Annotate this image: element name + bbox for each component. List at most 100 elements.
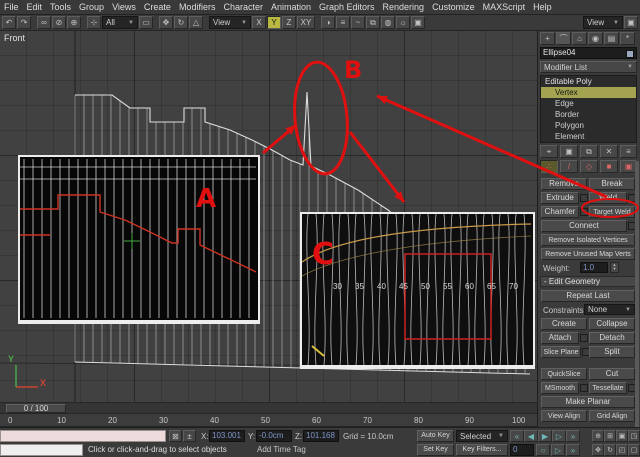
- remove-button[interactable]: Remove: [541, 178, 587, 190]
- chamfer-button[interactable]: Chamfer: [541, 206, 579, 218]
- weight-field[interactable]: 1.0: [580, 262, 608, 273]
- tab-motion-icon[interactable]: ◉: [588, 32, 603, 45]
- menu-item-rendering[interactable]: Rendering: [379, 2, 429, 12]
- next-key-icon[interactable]: ▷: [551, 444, 565, 456]
- grid-align-button[interactable]: Grid Align: [589, 410, 635, 422]
- menu-item-views[interactable]: Views: [108, 2, 140, 12]
- menu-item-tools[interactable]: Tools: [46, 2, 75, 12]
- weld-button[interactable]: Weld: [589, 192, 627, 204]
- tab-utilities-icon[interactable]: *: [620, 32, 635, 45]
- end-key-icon[interactable]: »: [566, 444, 580, 456]
- stack-item-polygon[interactable]: Polygon: [541, 120, 636, 131]
- add-time-tag-button[interactable]: Add Time Tag: [257, 445, 306, 454]
- edit-geometry-rollout-header[interactable]: - Edit Geometry: [540, 276, 637, 287]
- menu-item-help[interactable]: Help: [529, 2, 556, 12]
- z-coordinate-field[interactable]: 101.168: [303, 430, 339, 442]
- render-icon[interactable]: ▣: [411, 16, 425, 29]
- menu-item-modifiers[interactable]: Modifiers: [175, 2, 220, 12]
- modifier-list-dropdown[interactable]: Modifier List ▼: [540, 61, 637, 73]
- link-icon[interactable]: ∞: [37, 16, 51, 29]
- render-view-dropdown[interactable]: View ▼: [583, 16, 623, 29]
- chamfer-settings-icon[interactable]: [580, 208, 588, 216]
- object-color-swatch[interactable]: [626, 50, 634, 58]
- menu-item-edit[interactable]: Edit: [23, 2, 47, 12]
- quickslice-button[interactable]: QuickSlice: [541, 368, 587, 380]
- msmooth-settings-icon[interactable]: [580, 384, 588, 392]
- key-selection-dropdown[interactable]: Selected ▼: [456, 430, 508, 442]
- go-to-end-icon[interactable]: »: [566, 430, 580, 442]
- move-icon[interactable]: ✥: [159, 16, 173, 29]
- scale-icon[interactable]: △: [189, 16, 203, 29]
- make-planar-button[interactable]: Make Planar: [541, 396, 635, 408]
- current-frame-field[interactable]: 0: [510, 444, 534, 456]
- zoom-all-icon[interactable]: ⊞: [604, 430, 616, 442]
- key-filters-button[interactable]: Key Filters...: [456, 444, 508, 456]
- menu-item-graph-editors[interactable]: Graph Editors: [315, 2, 379, 12]
- pan-icon[interactable]: ✥: [592, 444, 604, 456]
- remove-unused-map-verts-button[interactable]: Remove Unused Map Verts: [541, 248, 635, 260]
- remove-modifier-icon[interactable]: ✕: [600, 145, 618, 158]
- stack-item-editable-poly[interactable]: Editable Poly: [541, 76, 636, 87]
- menu-item-group[interactable]: Group: [75, 2, 108, 12]
- unlink-icon[interactable]: ⊘: [52, 16, 66, 29]
- axis-y-button[interactable]: Y: [267, 16, 281, 29]
- subobject-polygon-icon[interactable]: ■: [600, 160, 618, 173]
- stack-item-edge[interactable]: Edge: [541, 98, 636, 109]
- mirror-icon[interactable]: ◑: [321, 16, 335, 29]
- time-slider-track[interactable]: 0 / 100: [0, 402, 537, 414]
- pin-stack-icon[interactable]: ⌖: [540, 145, 558, 158]
- quick-render-icon[interactable]: ▣: [624, 16, 638, 29]
- tab-create-icon[interactable]: +: [540, 32, 555, 45]
- viewport-label[interactable]: Front: [4, 33, 25, 43]
- tessellate-button[interactable]: Tessellate: [589, 382, 627, 394]
- view-align-button[interactable]: View Align: [541, 410, 587, 422]
- weight-spinner[interactable]: ▲ ▼: [610, 262, 619, 273]
- axis-z-button[interactable]: Z: [282, 16, 296, 29]
- key-mode-toggle-icon[interactable]: ○: [536, 444, 550, 456]
- tab-hierarchy-icon[interactable]: ⌂: [572, 32, 587, 45]
- select-object-icon[interactable]: ⊹: [87, 16, 101, 29]
- x-coordinate-field[interactable]: 103.001: [209, 430, 245, 442]
- subobject-edge-icon[interactable]: /: [560, 160, 578, 173]
- repeat-last-button[interactable]: Repeat Last: [541, 290, 635, 302]
- menu-item-character[interactable]: Character: [219, 2, 267, 12]
- subobject-vertex-icon[interactable]: ∴: [540, 160, 558, 173]
- reference-coordinate-dropdown[interactable]: View ▼: [209, 16, 251, 29]
- redo-icon[interactable]: ↷: [17, 16, 31, 29]
- remove-isolated-vertices-button[interactable]: Remove Isolated Vertices: [541, 234, 635, 246]
- zoom-extents-icon[interactable]: ▣: [616, 430, 628, 442]
- zoom-icon[interactable]: ⊕: [592, 430, 604, 442]
- spinner-down-icon[interactable]: ▼: [611, 267, 618, 271]
- stack-item-element[interactable]: Element: [541, 131, 636, 142]
- collapse-button[interactable]: Collapse: [589, 318, 635, 330]
- create-button[interactable]: Create: [541, 318, 587, 330]
- go-to-start-icon[interactable]: «: [510, 430, 524, 442]
- make-unique-icon[interactable]: ⧉: [580, 145, 598, 158]
- absolute-offset-toggle-icon[interactable]: ±: [183, 430, 196, 442]
- menu-item-create[interactable]: Create: [140, 2, 175, 12]
- cut-button[interactable]: Cut: [589, 368, 635, 380]
- previous-frame-icon[interactable]: ◀: [524, 430, 538, 442]
- zoom-region-icon[interactable]: ◳: [628, 430, 640, 442]
- field-of-view-icon[interactable]: ◰: [616, 444, 628, 456]
- selection-filter-dropdown[interactable]: All ▼: [102, 16, 138, 29]
- axis-x-button[interactable]: X: [252, 16, 266, 29]
- play-icon[interactable]: ▶: [538, 430, 552, 442]
- show-end-result-icon[interactable]: ▣: [560, 145, 578, 158]
- maxscript-listener-line[interactable]: [0, 444, 83, 456]
- schematic-view-icon[interactable]: ⧉: [366, 16, 380, 29]
- timeline-ruler[interactable]: 0 10 20 30 40 50 60 70 80 90 100: [0, 414, 537, 427]
- split-button[interactable]: Split: [589, 346, 635, 358]
- rotate-icon[interactable]: ↻: [174, 16, 188, 29]
- orbit-icon[interactable]: ↻: [604, 444, 616, 456]
- break-button[interactable]: Break: [589, 178, 635, 190]
- menu-item-file[interactable]: File: [0, 2, 23, 12]
- material-editor-icon[interactable]: ◍: [381, 16, 395, 29]
- object-name-field[interactable]: Ellipse04: [540, 47, 637, 59]
- menu-item-customize[interactable]: Customize: [428, 2, 479, 12]
- set-key-button[interactable]: Set Key: [417, 444, 454, 456]
- bind-to-spacewarp-icon[interactable]: ⊕: [67, 16, 81, 29]
- curve-editor-icon[interactable]: ~: [351, 16, 365, 29]
- extrude-settings-icon[interactable]: [580, 194, 588, 202]
- align-icon[interactable]: ≡: [336, 16, 350, 29]
